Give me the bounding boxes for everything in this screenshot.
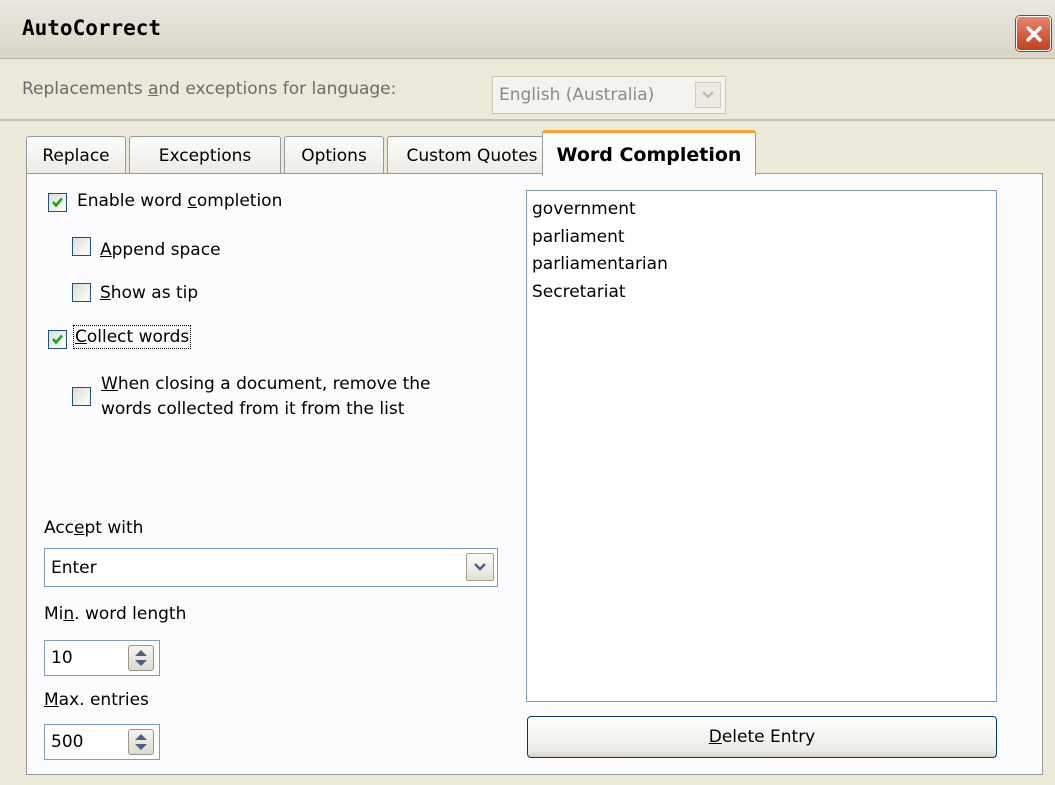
max-entries-spinner[interactable]: 500 [44,724,160,760]
window-title: AutoCorrect [22,16,162,40]
tab-word-completion[interactable]: Word Completion [542,130,756,176]
spin-arrows-icon[interactable] [128,645,154,671]
title-bar: AutoCorrect [0,0,1055,59]
language-select[interactable]: English (Australia) [492,76,726,114]
chevron-down-icon[interactable] [466,553,494,581]
tab-label: Options [301,145,367,166]
append-space-label: Append space [100,240,221,260]
show-as-tip-checkbox[interactable] [72,283,91,302]
max-entries-value: 500 [51,732,84,752]
accept-with-label: Accept with [44,518,144,538]
remove-collected-words-label-line2: words collected from it from the list [101,399,405,419]
enable-word-completion-label: Enable word completion [77,191,283,211]
close-button[interactable] [1016,16,1051,51]
delete-entry-button[interactable]: Delete Entry [527,716,997,758]
append-space-checkbox[interactable] [72,237,91,256]
accept-with-select[interactable]: Enter [44,548,498,587]
tab-label: Exceptions [158,145,252,166]
tab-options[interactable]: Options [284,136,384,174]
language-value: English (Australia) [499,85,655,105]
min-word-length-spinner[interactable]: 10 [44,640,160,676]
checkmark-icon [52,197,63,208]
chevron-down-icon[interactable] [695,82,721,108]
tab-exceptions[interactable]: Exceptions [129,136,281,174]
max-entries-label: Max. entries [44,690,149,710]
remove-collected-words-label: When closing a document, remove the [101,374,431,394]
collect-words-label: Collect words [72,325,192,349]
tab-replace[interactable]: Replace [26,136,126,174]
tab-label: Word Completion [556,143,742,166]
show-as-tip-label: Show as tip [100,283,199,303]
list-item[interactable]: government [532,199,636,219]
list-item[interactable]: Secretariat [532,282,626,302]
remove-collected-words-checkbox[interactable] [72,387,91,406]
word-list[interactable]: government parliament parliamentarian Se… [526,190,997,702]
tab-custom-quotes[interactable]: Custom Quotes [387,136,557,174]
enable-word-completion-checkbox[interactable] [48,193,67,212]
close-icon [1025,25,1042,42]
collect-words-checkbox[interactable] [48,330,67,349]
min-word-length-label: Min. word length [44,604,187,624]
spin-arrows-icon[interactable] [128,729,154,755]
language-label: Replacements and exceptions for language… [22,79,397,99]
tab-label: Custom Quotes [406,145,538,166]
min-word-length-value: 10 [51,648,73,668]
delete-entry-label: Delete Entry [708,727,816,747]
list-item[interactable]: parliamentarian [532,254,668,274]
checkmark-icon [52,334,63,345]
accept-with-value: Enter [51,558,97,578]
list-item[interactable]: parliament [532,227,625,247]
tab-label: Replace [42,145,110,166]
